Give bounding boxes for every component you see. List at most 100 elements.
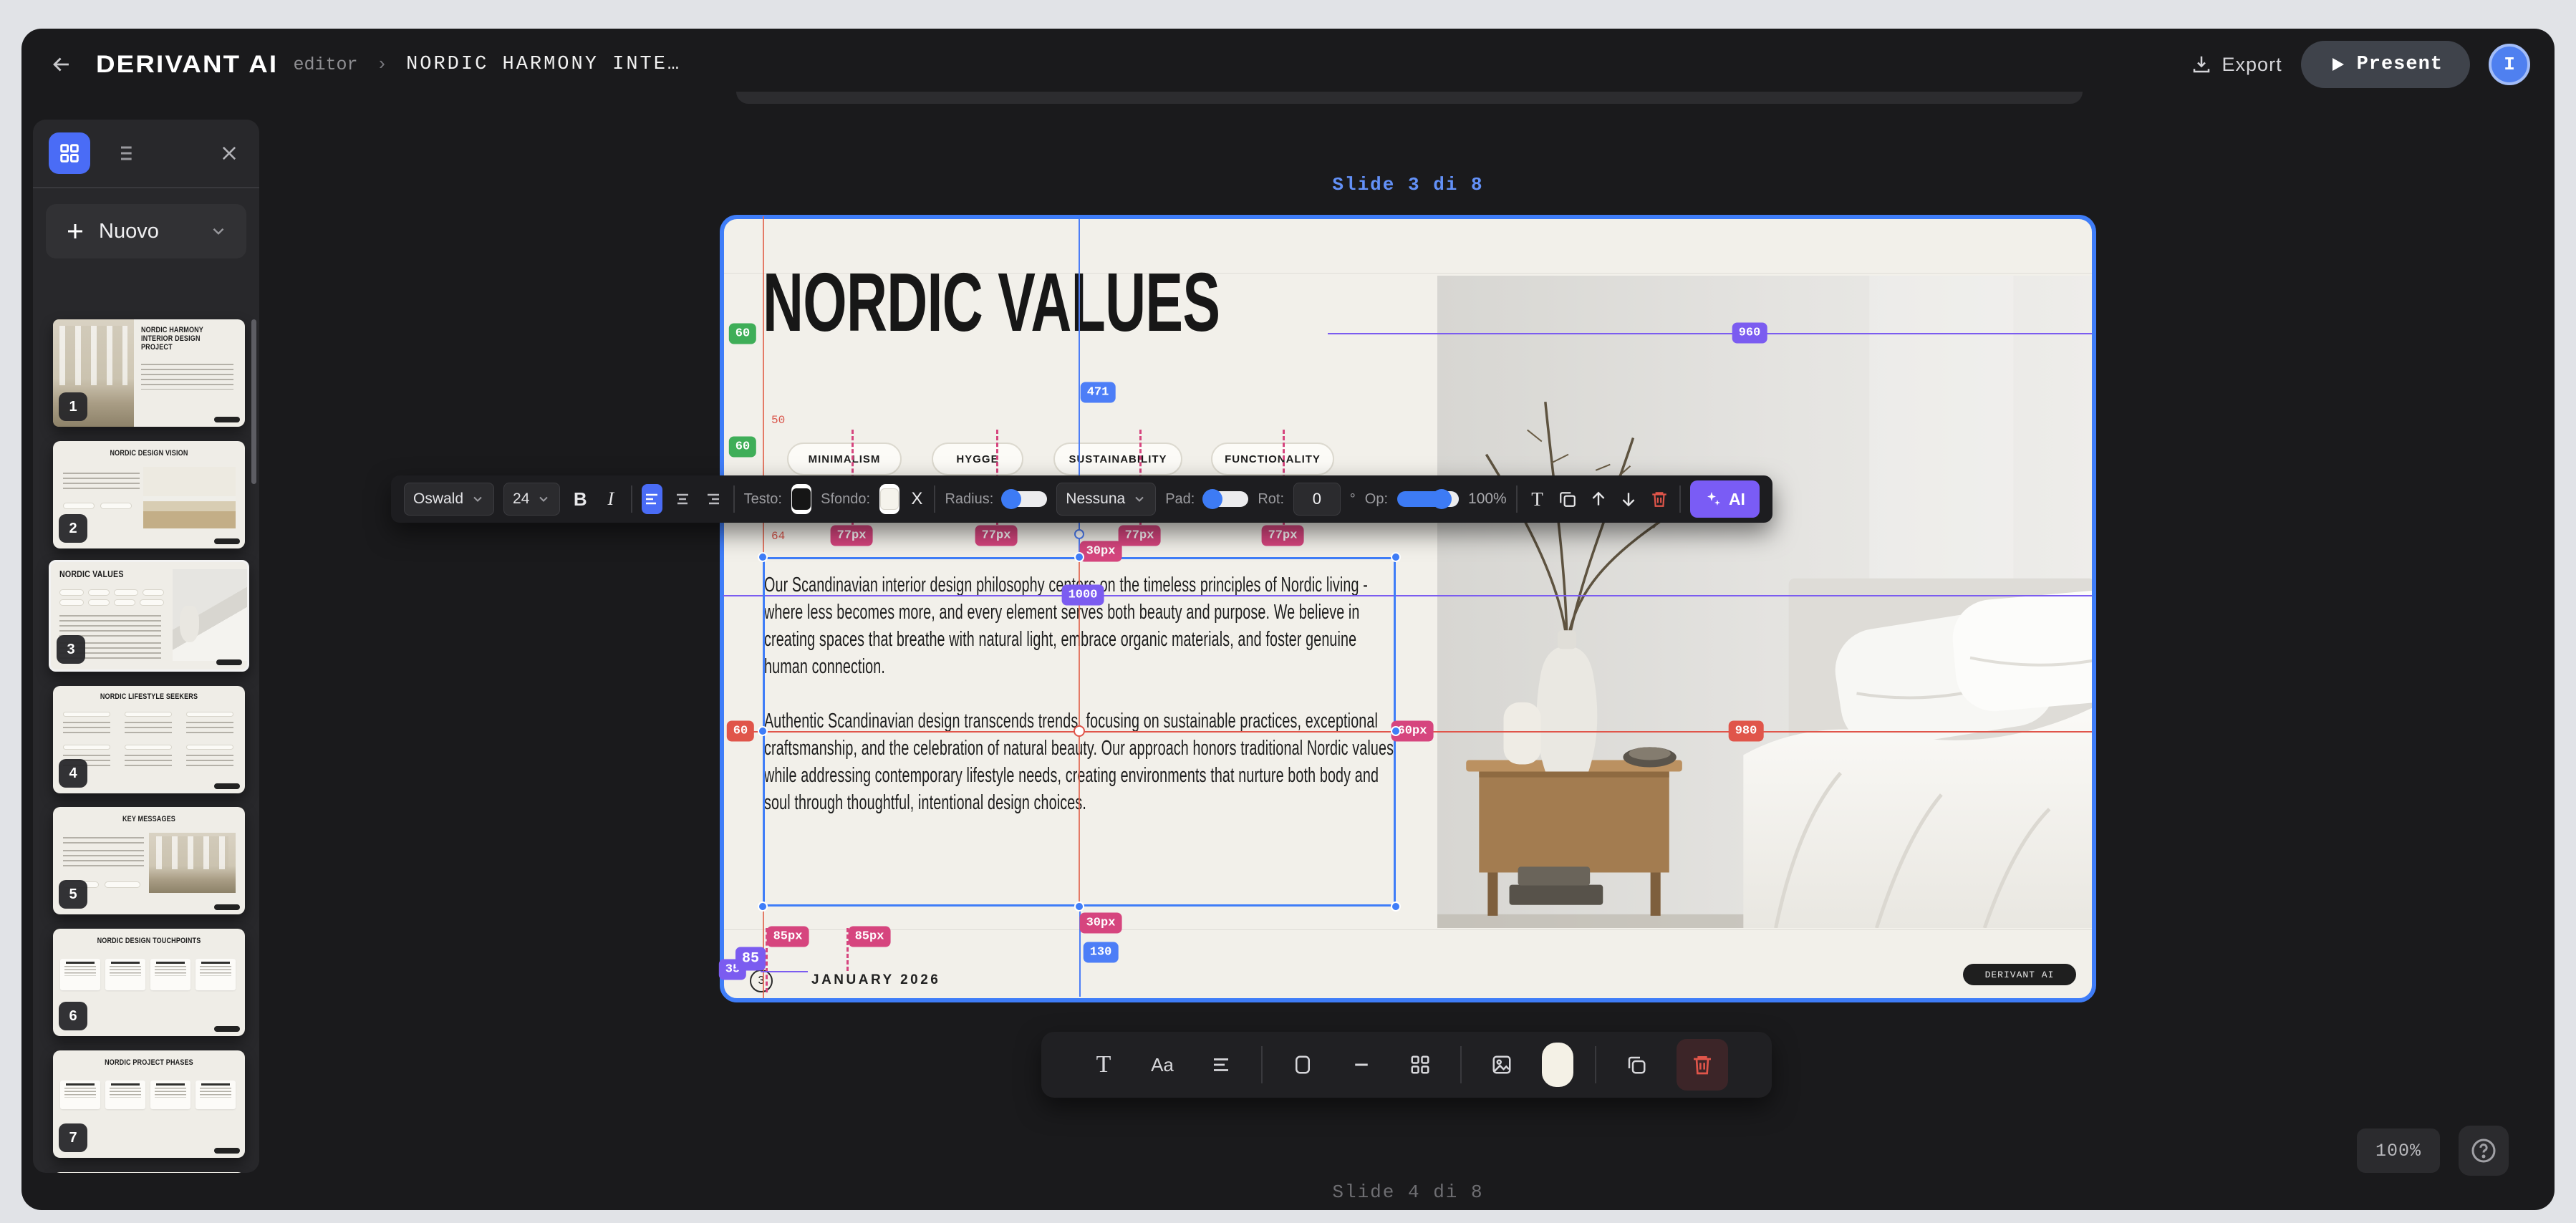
bedroom-photo[interactable]: [1437, 276, 2095, 928]
arrow-left-icon: [49, 52, 74, 77]
close-sidebar-button[interactable]: [215, 139, 243, 168]
selection-handle-bottom-right[interactable]: [1391, 901, 1401, 912]
text-color-swatch[interactable]: [791, 484, 811, 514]
document-title[interactable]: NORDIC HARMONY INTE…: [406, 54, 681, 75]
selection-handle-top-right[interactable]: [1391, 552, 1401, 562]
radius-label: Radius:: [945, 491, 993, 508]
slide-background-swatch[interactable]: [1542, 1043, 1573, 1087]
add-line-button[interactable]: [1343, 1045, 1380, 1085]
slide-thumbnail-8[interactable]: NORDIC AESTHETIC CONCEPTS 8: [53, 1172, 245, 1173]
font-size-select[interactable]: 24: [503, 483, 560, 516]
thumbnail-watermark: [214, 538, 240, 544]
app-logo: DERIVANT AI: [96, 51, 278, 79]
trash-icon: [1650, 490, 1669, 508]
thumbnail-number: 7: [59, 1123, 87, 1152]
slide-title[interactable]: NORDIC VALUES: [763, 261, 1220, 344]
thumbnail-number: 3: [57, 635, 85, 664]
present-button[interactable]: Present: [2301, 41, 2470, 88]
toolbar-divider: [1516, 485, 1518, 513]
align-left-icon: [643, 490, 660, 508]
move-up-button[interactable]: [1588, 484, 1609, 514]
border-select[interactable]: Nessuna: [1056, 483, 1156, 516]
list-view-button[interactable]: [107, 137, 140, 170]
grid-icon: [1409, 1054, 1431, 1075]
add-text-button[interactable]: T: [1085, 1045, 1122, 1085]
textbox-rotation-anchor[interactable]: [1074, 725, 1085, 737]
sidebar-scrollbar[interactable]: [251, 319, 256, 484]
present-label: Present: [2357, 54, 2443, 75]
grid-view-button[interactable]: [49, 132, 90, 174]
slide-footer-date[interactable]: JANUARY 2026: [811, 972, 940, 988]
add-image-button[interactable]: [1483, 1045, 1520, 1085]
avatar[interactable]: I: [2489, 44, 2530, 85]
sidebar-divider: [33, 187, 259, 188]
toolbar-divider: [1261, 1046, 1263, 1083]
slide-thumbnail-7[interactable]: NORDIC PROJECT PHASES 7: [53, 1050, 245, 1158]
font-family-select[interactable]: Oswald: [404, 483, 494, 516]
align-right-button[interactable]: [703, 484, 724, 514]
slide-thumbnail-1[interactable]: NORDIC HARMONY INTERIOR DESIGN PROJECT 1: [53, 319, 245, 427]
typography-button[interactable]: Aa: [1144, 1045, 1181, 1085]
add-shape-button[interactable]: [1284, 1045, 1321, 1085]
new-slide-button[interactable]: Nuovo: [46, 204, 246, 258]
measure-badge-30px-bottom: 30px: [1080, 913, 1122, 934]
opacity-slider[interactable]: [1397, 491, 1459, 507]
selection-handle-bottom-left[interactable]: [758, 901, 768, 912]
text-style-button[interactable]: T: [1527, 484, 1548, 514]
duplicate-button[interactable]: [1557, 484, 1578, 514]
slide-thumbnail-3-selected[interactable]: NORDIC VALUES 3: [49, 560, 249, 672]
degree-symbol: °: [1350, 491, 1356, 508]
slide-page-number: 3: [750, 970, 773, 992]
align-left-button[interactable]: [642, 484, 663, 514]
export-button[interactable]: Export: [2191, 54, 2282, 76]
selection-handle-top-mid[interactable]: [1074, 552, 1084, 562]
radius-slider[interactable]: [1003, 491, 1047, 507]
image-icon: [1491, 1054, 1513, 1075]
rotation-input[interactable]: 0: [1293, 483, 1341, 516]
list-icon: [112, 142, 135, 165]
trash-icon: [1691, 1053, 1714, 1076]
thumbnail-watermark: [214, 1026, 240, 1032]
slide-watermark: DERIVANT AI: [1963, 964, 2076, 985]
slide-thumbnail-4[interactable]: NORDIC LIFESTYLE SEEKERS 4: [53, 686, 245, 793]
measure-badge-85px-2: 85px: [849, 927, 891, 947]
selection-handle-top-left[interactable]: [758, 552, 768, 562]
bold-button[interactable]: B: [569, 484, 591, 514]
tag-pill-hygge[interactable]: HYGGE: [932, 443, 1023, 475]
thumbnail-number: 4: [59, 759, 87, 788]
selection-handle-mid-left[interactable]: [758, 726, 768, 736]
slide-thumbnail-5[interactable]: KEY MESSAGES 5: [53, 807, 245, 914]
italic-button[interactable]: I: [600, 484, 622, 514]
text-block-button[interactable]: [1202, 1045, 1240, 1085]
previous-slide-edge[interactable]: [736, 92, 2083, 104]
add-grid-button[interactable]: [1402, 1045, 1439, 1085]
text-color-label: Testo:: [744, 491, 782, 508]
delete-slide-button[interactable]: [1677, 1039, 1728, 1091]
ai-button[interactable]: AI: [1690, 480, 1760, 518]
insert-toolbar: T Aa: [1041, 1032, 1772, 1098]
selection-handle-mid-right[interactable]: [1391, 726, 1401, 736]
slide-thumbnail-2[interactable]: NORDIC DESIGN VISION 2: [53, 441, 245, 548]
measure-badge-green-60-tags: 60: [729, 437, 756, 458]
measure-badge-77px-4: 77px: [1262, 526, 1304, 546]
duplicate-icon: [1626, 1054, 1647, 1075]
move-down-button[interactable]: [1619, 484, 1640, 514]
duplicate-slide-button[interactable]: [1618, 1045, 1655, 1085]
tag-pill-sustainability[interactable]: SUSTAINABILITY: [1053, 443, 1182, 475]
back-button[interactable]: [46, 49, 77, 80]
chevron-down-icon[interactable]: [209, 222, 228, 241]
clear-background-button[interactable]: X: [909, 484, 925, 514]
selection-handle-bottom-mid[interactable]: [1074, 901, 1084, 912]
delete-button[interactable]: [1649, 484, 1670, 514]
tag-pill-functionality[interactable]: FUNCTIONALITY: [1211, 443, 1334, 475]
font-size-value: 24: [513, 490, 529, 508]
slide-thumbnail-6[interactable]: NORDIC DESIGN TOUCHPOINTS 6: [53, 929, 245, 1036]
thumbnail-watermark: [214, 904, 240, 910]
background-color-swatch[interactable]: [879, 484, 899, 514]
padding-slider[interactable]: [1204, 491, 1248, 507]
tag-pill-minimalism[interactable]: MINIMALISM: [787, 443, 902, 475]
align-center-button[interactable]: [672, 484, 693, 514]
zoom-level[interactable]: 100%: [2357, 1128, 2440, 1173]
slides-sidebar: Nuovo NORDIC HARMONY INTERIOR DESIGN PRO…: [33, 120, 259, 1173]
help-button[interactable]: [2459, 1126, 2509, 1176]
